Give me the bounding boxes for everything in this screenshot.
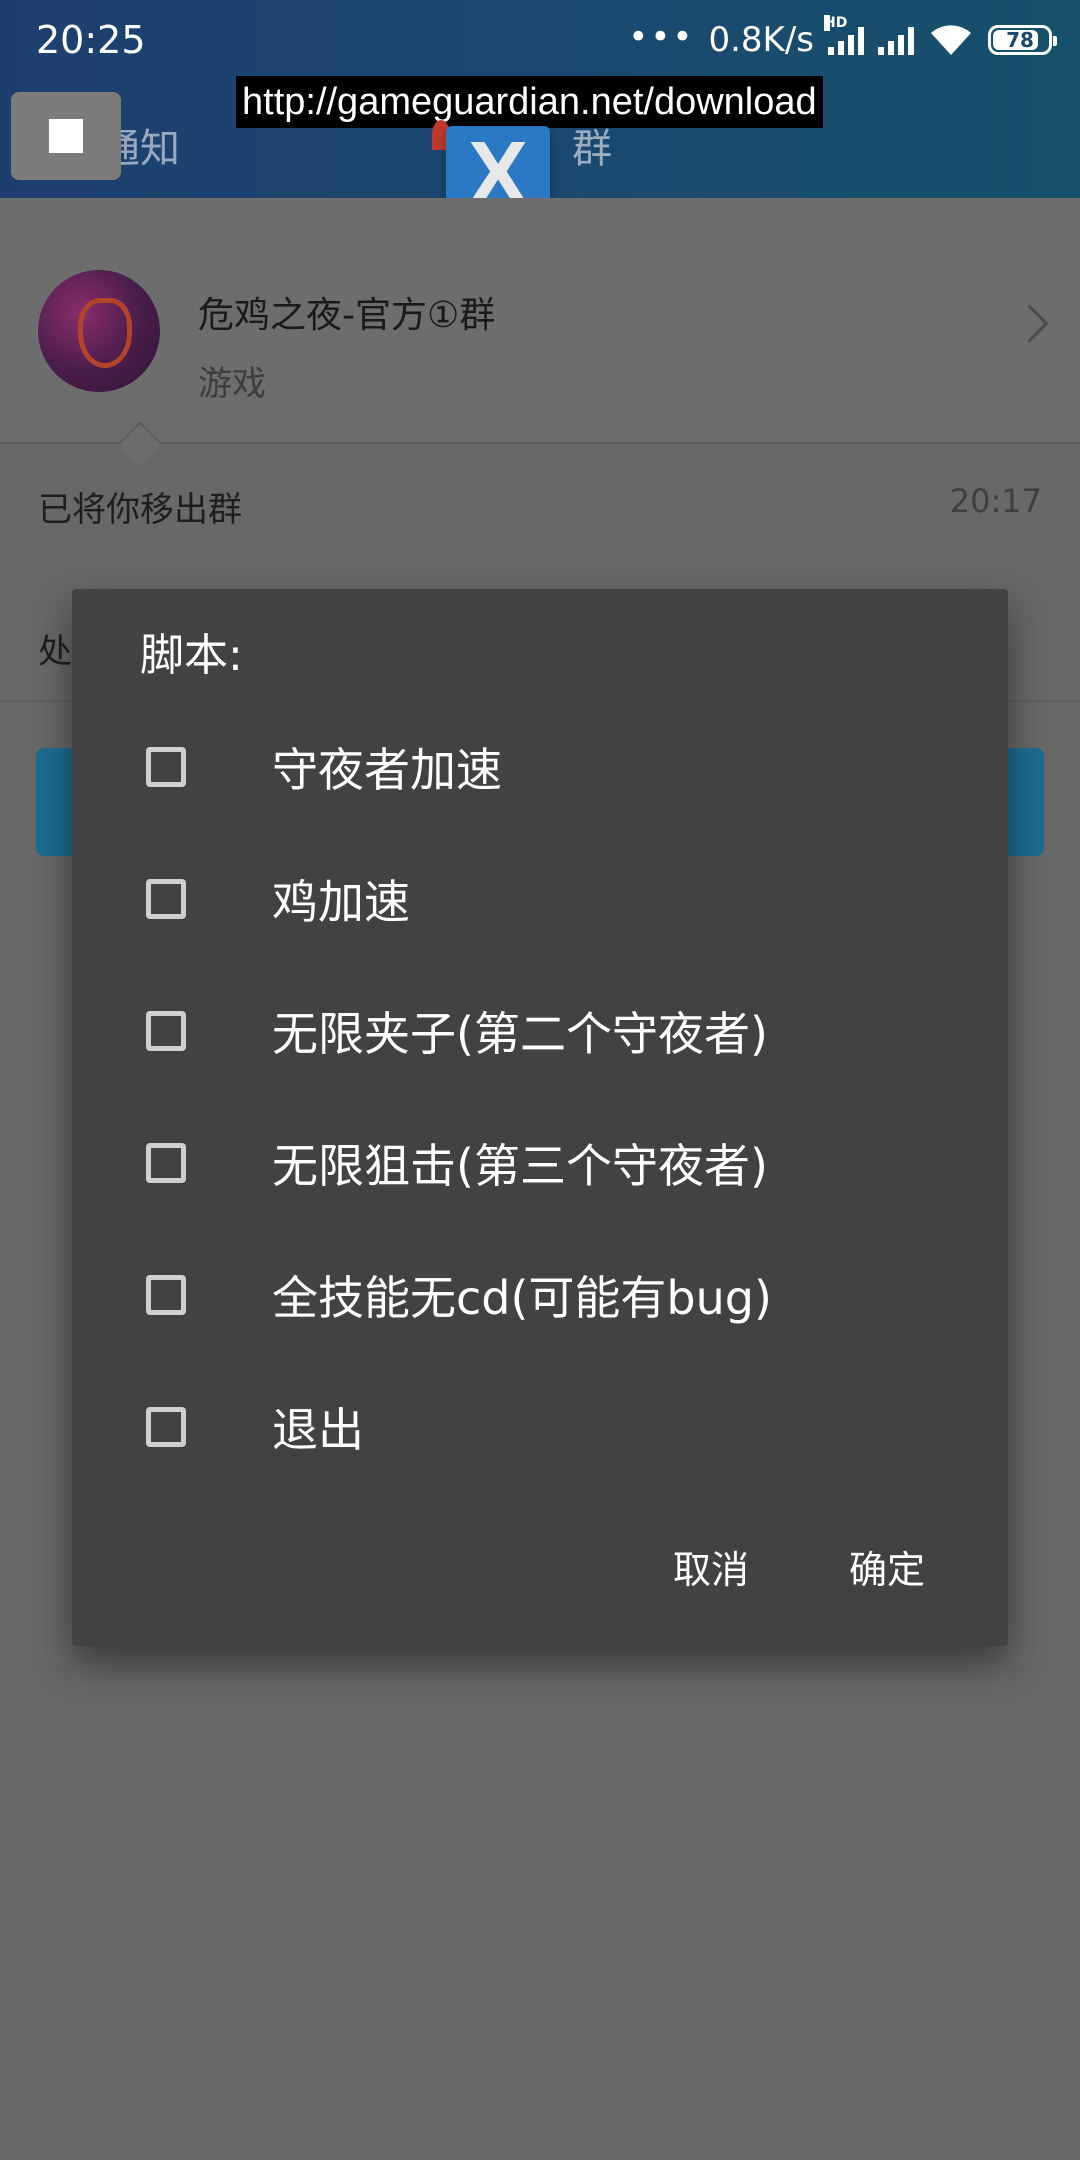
checkbox[interactable]: [146, 1407, 186, 1447]
checkbox[interactable]: [146, 1011, 186, 1051]
option-label: 无限夹子(第二个守夜者): [272, 1007, 768, 1061]
cancel-button[interactable]: 取消: [661, 1529, 761, 1604]
stop-icon: [49, 119, 83, 153]
handle-text: 处: [38, 632, 72, 672]
cellular-signal-icon-2: [878, 25, 914, 55]
dialog-title: 脚本:: [140, 630, 243, 681]
more-dots-icon: •••: [628, 17, 695, 57]
stop-button[interactable]: [11, 92, 121, 180]
option-label: 全技能无cd(可能有bug): [272, 1271, 772, 1325]
option-row[interactable]: 鸡加速: [72, 839, 1008, 959]
option-row[interactable]: 无限狙击(第三个守夜者): [72, 1103, 1008, 1223]
script-dialog: 脚本: 守夜者加速 鸡加速 无限夹子(第二个守夜者) 无限狙击(第三个守夜者) …: [72, 589, 1008, 1646]
option-label: 退出: [272, 1403, 364, 1457]
option-row[interactable]: 守夜者加速: [72, 707, 1008, 827]
option-label: 无限狙击(第三个守夜者): [272, 1139, 768, 1193]
overlay-url-banner: http://gameguardian.net/download: [236, 76, 823, 128]
message-row: 已将你移出群 20:17: [0, 442, 1080, 562]
hd-label: HD: [824, 15, 848, 31]
group-card[interactable]: 危鸡之夜-官方①群 游戏: [0, 198, 1080, 444]
confirm-button[interactable]: 确定: [837, 1529, 937, 1604]
option-label: 守夜者加速: [272, 743, 502, 797]
checkbox[interactable]: [146, 747, 186, 787]
chevron-right-icon: [1010, 304, 1049, 343]
checkbox[interactable]: [146, 879, 186, 919]
cellular-signal-icon: HD: [824, 15, 864, 55]
battery-icon: 78: [988, 25, 1057, 55]
option-row[interactable]: 退出: [72, 1367, 1008, 1487]
status-time: 20:25: [36, 18, 146, 62]
group-avatar: [38, 270, 160, 392]
battery-level: 78: [1006, 28, 1034, 52]
option-row[interactable]: 无限夹子(第二个守夜者): [72, 971, 1008, 1091]
option-row[interactable]: 全技能无cd(可能有bug): [72, 1235, 1008, 1355]
wifi-icon: [931, 25, 971, 55]
message-time: 20:17: [949, 482, 1042, 520]
group-type: 游戏: [198, 364, 266, 404]
checkbox[interactable]: [146, 1143, 186, 1183]
status-icons: ••• 0.8K/s HD 78: [628, 15, 1057, 64]
group-name: 危鸡之夜-官方①群: [198, 295, 496, 336]
message-text: 已将你移出群: [38, 490, 242, 530]
option-label: 鸡加速: [272, 875, 410, 929]
checkbox[interactable]: [146, 1275, 186, 1315]
network-speed: 0.8K/s: [708, 20, 814, 60]
